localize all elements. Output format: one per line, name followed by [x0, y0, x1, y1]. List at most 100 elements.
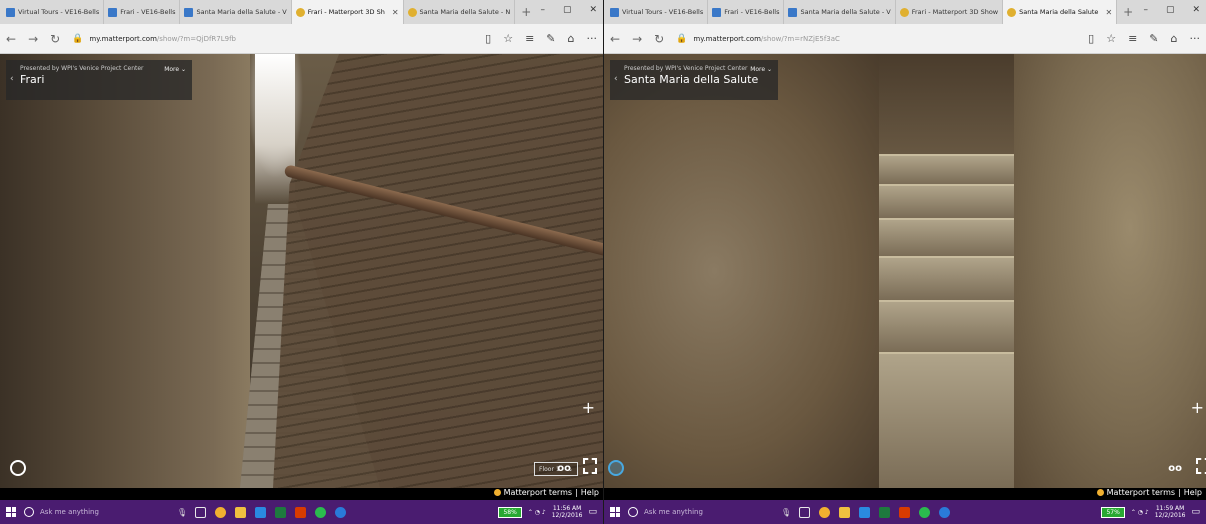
minimize-icon[interactable]: –	[1143, 5, 1148, 15]
floor-selector[interactable]: Floor 1 ⌄	[534, 462, 578, 476]
chevron-left-icon[interactable]: ‹	[614, 74, 618, 84]
close-window-icon[interactable]: ✕	[1192, 5, 1200, 15]
refresh-icon[interactable]: ↻	[50, 32, 60, 46]
more-button[interactable]: More ⌄	[164, 66, 186, 73]
reading-view-icon[interactable]: ▯	[485, 32, 491, 45]
windows-start-icon[interactable]	[610, 507, 620, 517]
url-field[interactable]: 🔒 my.matterport.com/show/?m=rNZjE5f3aC	[676, 34, 840, 44]
zoom-in-icon[interactable]: +	[582, 398, 595, 417]
browser-tab[interactable]: Virtual Tours - VE16-Bells	[606, 0, 709, 24]
store-icon[interactable]	[859, 506, 871, 518]
notification-icon[interactable]: ▭	[588, 507, 597, 517]
new-tab-button[interactable]: +	[1117, 5, 1139, 19]
window-controls: – ▢ ✕	[540, 5, 597, 15]
share-icon[interactable]: ⌂	[1171, 32, 1178, 45]
file-explorer-icon[interactable]	[235, 506, 247, 518]
hub-icon[interactable]: ≡	[525, 32, 534, 45]
file-explorer-icon[interactable]	[839, 506, 851, 518]
acrobat-icon[interactable]	[295, 506, 307, 518]
browser-tab[interactable]: Frari - VE16-Bells	[104, 0, 181, 24]
cortana-search[interactable]: Ask me anything	[628, 507, 773, 517]
task-view-icon[interactable]	[195, 506, 207, 518]
maximize-icon[interactable]: ▢	[1166, 5, 1175, 15]
microphone-icon[interactable]: 🎙	[781, 508, 791, 517]
matterport-badge-icon[interactable]	[608, 460, 624, 476]
battery-indicator[interactable]: 58%	[498, 506, 522, 518]
matterport-logo-icon	[493, 489, 501, 496]
scene-step	[879, 256, 1014, 300]
reading-view-icon[interactable]: ▯	[1088, 32, 1094, 45]
new-tab-button[interactable]: +	[515, 5, 537, 19]
windows-start-icon[interactable]	[6, 507, 16, 517]
favorite-star-icon[interactable]: ☆	[503, 32, 513, 45]
web-note-icon[interactable]: ✎	[1149, 32, 1158, 45]
spotify-icon[interactable]	[315, 506, 327, 518]
forward-icon[interactable]: →	[632, 32, 642, 46]
fullscreen-icon[interactable]	[583, 458, 597, 474]
browser-tab[interactable]: Frari - Matterport 3D Show	[896, 0, 1004, 24]
browser-tab[interactable]: Santa Maria della Salute - V	[180, 0, 292, 24]
chrome-icon[interactable]	[215, 506, 227, 518]
more-icon[interactable]: ···	[587, 32, 598, 45]
maximize-icon[interactable]: ▢	[563, 5, 572, 15]
minimize-icon[interactable]: –	[540, 5, 545, 15]
scene-stair-shaft	[879, 54, 1014, 164]
lock-icon: 🔒	[676, 33, 688, 44]
vr-icon[interactable]: oo	[557, 463, 571, 474]
more-icon[interactable]: ···	[1190, 32, 1201, 45]
spotify-icon[interactable]	[919, 506, 931, 518]
help-link[interactable]: Help	[581, 488, 599, 497]
panorama-viewer[interactable]	[0, 54, 603, 488]
clock[interactable]: 11:56 AM 12/2/2016	[552, 505, 583, 519]
excel-icon[interactable]	[879, 506, 891, 518]
browser-tab[interactable]: Virtual Tours - VE16-Bells	[2, 0, 105, 24]
vr-icon[interactable]: oo	[1168, 463, 1182, 474]
chevron-left-icon[interactable]: ‹	[10, 74, 14, 84]
close-window-icon[interactable]: ✕	[589, 5, 597, 15]
url-field[interactable]: 🔒 my.matterport.com/show/?m=QjDfR7L9fb	[72, 34, 236, 44]
favorite-star-icon[interactable]: ☆	[1106, 32, 1116, 45]
back-icon[interactable]: ←	[610, 32, 620, 46]
tour-info-card: ‹ Presented by WPI's Venice Project Cent…	[6, 60, 192, 100]
microphone-icon[interactable]: 🎙	[177, 508, 187, 517]
hub-icon[interactable]: ≡	[1128, 32, 1137, 45]
tray-icons[interactable]: ⌃ ◔ ♪	[528, 509, 546, 516]
cortana-search[interactable]: Ask me anything	[24, 507, 169, 517]
matterport-badge-icon[interactable]	[10, 460, 26, 476]
clock[interactable]: 11:59 AM 12/2/2016	[1155, 505, 1186, 519]
back-icon[interactable]: ←	[6, 32, 16, 46]
close-tab-icon[interactable]: ✕	[1105, 8, 1112, 17]
store-icon[interactable]	[255, 506, 267, 518]
browser-tab-active[interactable]: Santa Maria della Salute ✕	[1003, 0, 1118, 24]
notification-icon[interactable]: ▭	[1191, 507, 1200, 517]
forward-icon[interactable]: →	[28, 32, 38, 46]
zoom-in-icon[interactable]: +	[1191, 398, 1204, 417]
panorama-viewer[interactable]	[604, 54, 1206, 488]
battery-indicator[interactable]: 57%	[1101, 506, 1125, 518]
chrome-icon[interactable]	[819, 506, 831, 518]
acrobat-icon[interactable]	[899, 506, 911, 518]
more-button[interactable]: More ⌄	[750, 66, 772, 73]
share-icon[interactable]: ⌂	[568, 32, 575, 45]
task-view-icon[interactable]	[799, 506, 811, 518]
address-bar: ← → ↻ 🔒 my.matterport.com/show/?m=rNZjE5f…	[604, 24, 1206, 54]
refresh-icon[interactable]: ↻	[654, 32, 664, 46]
help-link[interactable]: Help	[1184, 488, 1202, 497]
window-controls: – ▢ ✕	[1143, 5, 1200, 15]
scene-brick-wall	[273, 54, 603, 488]
taskbar-apps	[195, 506, 347, 518]
browser-tab-active[interactable]: Frari - Matterport 3D Sh ✕	[291, 0, 404, 24]
edge-icon[interactable]	[335, 506, 347, 518]
fullscreen-icon[interactable]	[1196, 458, 1206, 474]
terms-link[interactable]: Matterport terms	[1107, 488, 1175, 497]
excel-icon[interactable]	[275, 506, 287, 518]
tray-icons[interactable]: ⌃ ◔ ♪	[1131, 509, 1149, 516]
web-note-icon[interactable]: ✎	[546, 32, 555, 45]
browser-tab[interactable]: Santa Maria della Salute - N	[404, 0, 516, 24]
edge-icon[interactable]	[939, 506, 951, 518]
matterport-logo-icon	[407, 7, 417, 17]
browser-tab[interactable]: Frari - VE16-Bells	[708, 0, 785, 24]
terms-link[interactable]: Matterport terms	[504, 488, 572, 497]
browser-tab[interactable]: Santa Maria della Salute - V	[784, 0, 896, 24]
close-tab-icon[interactable]: ✕	[392, 8, 399, 17]
